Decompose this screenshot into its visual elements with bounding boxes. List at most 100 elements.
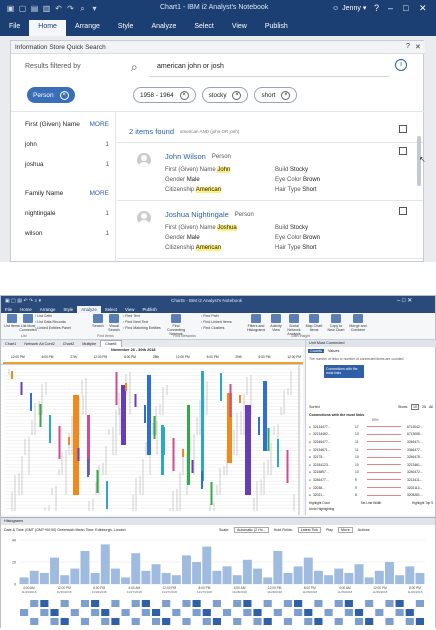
menu-item-file[interactable]: File	[1, 306, 16, 313]
result-card[interactable]: Joshua Nightingale Person First (Given) Na…	[117, 201, 423, 259]
connection-row[interactable]: ● 3215897... 10 3246472...	[309, 469, 433, 477]
close-icon[interactable]: ✕	[419, 3, 427, 14]
search-chip[interactable]: short ×	[254, 87, 298, 103]
result-checkbox[interactable]	[399, 147, 407, 155]
connections-button[interactable]: Connections with the most links	[324, 365, 364, 378]
chart-tab[interactable]: Network Ati Cont2	[20, 341, 58, 347]
dropdown-icon[interactable]: ▾	[90, 4, 99, 13]
result-checkbox[interactable]	[399, 207, 407, 215]
connection-row[interactable]: ● 32175... 10 3246478...	[309, 453, 433, 461]
ribbon-button[interactable]: Merge and Combine	[349, 314, 367, 332]
play-button[interactable]: Play	[326, 528, 333, 532]
ribbon-button[interactable]: Filters and Histograms	[247, 314, 265, 332]
search-icon[interactable]: ⌕	[78, 4, 87, 13]
timeline-chart[interactable]	[1, 365, 303, 515]
footer-action[interactable]: Highlight Color	[309, 501, 330, 505]
undo-icon[interactable]: ↶	[54, 4, 63, 13]
maximize-icon[interactable]: □	[403, 3, 408, 13]
ribbon-button[interactable]: Activity View	[267, 314, 285, 332]
connection-row[interactable]: ● 3246477... 9 3213411...	[309, 476, 433, 484]
result-name[interactable]: Joshua Nightingale	[165, 210, 229, 219]
remove-chip-icon[interactable]: ×	[232, 90, 242, 100]
menu-item-select[interactable]: Select	[101, 306, 121, 313]
connection-row[interactable]: ● 32134671... 11 3346477...	[309, 446, 433, 454]
chart-tab[interactable]: Chart1	[1, 341, 20, 347]
connection-row[interactable]: ● 32184123... 10 3213461...	[309, 461, 433, 469]
filter-chip-person[interactable]: Person ×	[27, 87, 75, 103]
help-icon[interactable]: ?	[374, 3, 379, 13]
facet-item[interactable]: joshua 1	[25, 161, 109, 168]
menu-item-analyze[interactable]: Analyze	[142, 20, 185, 36]
connection-row[interactable]: ● 32134462... 13 6713068...	[309, 431, 433, 439]
histogram-chart[interactable]: 402004:00 AM11/26/201812:00 PM11/26/2018…	[1, 534, 435, 630]
hold-select[interactable]: Latest Tick	[297, 527, 321, 533]
ribbon-button[interactable]: ▪ Find Text	[123, 314, 167, 318]
redo-icon[interactable]: ↷	[66, 4, 75, 13]
facet-more-link[interactable]: MORE	[90, 121, 110, 128]
facet-item[interactable]: wilson 1	[25, 230, 109, 237]
connection-row[interactable]: ● 32346477... 11 3246471...	[309, 438, 433, 446]
ribbon-button[interactable]: ▪ Find Path	[201, 314, 245, 318]
ribbon-button[interactable]: ▪ Find Clusters	[201, 326, 245, 330]
undo-highlighting[interactable]: Undo Highlighting	[309, 507, 334, 511]
ribbon-button[interactable]: Map Chart Items	[305, 314, 323, 332]
menu-item-home[interactable]: Home	[16, 306, 36, 313]
open-icon[interactable]: ▤	[30, 4, 39, 13]
connection-row[interactable]: ● 32134477... 17 6713042...	[309, 423, 433, 431]
menu-item-file[interactable]: File	[0, 20, 29, 36]
ribbon-button[interactable]: ▪ Find Next Text	[123, 320, 167, 324]
chart-tab[interactable]: Multiplie	[78, 341, 100, 347]
ribbon-button[interactable]: ▪ Find Matching Entities	[123, 326, 167, 330]
menu-item-style[interactable]: Style	[109, 20, 143, 36]
info-icon[interactable]: i	[395, 59, 407, 71]
remove-chip-icon[interactable]: ×	[179, 90, 189, 100]
scale-select[interactable]: Automatic (2 Ho...	[234, 527, 269, 533]
ribbon-button[interactable]: ▪ List Cells	[35, 314, 79, 318]
menu-item-view[interactable]: View	[121, 306, 138, 313]
ribbon-button[interactable]: ▪ Find Linked Items	[201, 320, 245, 324]
ribbon-button[interactable]: Find Connecting Network	[167, 314, 185, 336]
chart-tab[interactable]: Chart2	[59, 341, 78, 347]
show-option[interactable]: 10	[411, 404, 419, 410]
menu-item-select[interactable]: Select	[185, 20, 222, 36]
remove-chip-icon[interactable]: ×	[281, 90, 291, 100]
facet-more-link[interactable]: MORE	[90, 190, 110, 197]
select-all-checkbox[interactable]	[399, 125, 407, 133]
result-card[interactable]: John Wilson Person First (Given) Name John…	[117, 143, 423, 201]
remove-filter-icon[interactable]: ×	[59, 90, 69, 100]
ribbon-button[interactable]: Copy to New Chart	[327, 314, 345, 332]
show-option[interactable]: 25	[422, 405, 426, 409]
ribbon-button[interactable]: Social Network Analysis	[285, 314, 303, 336]
facet-item[interactable]: john 1	[25, 141, 109, 148]
menu-item-view[interactable]: View	[223, 20, 256, 36]
menu-item-publish[interactable]: Publish	[138, 306, 160, 313]
menu-item-analyze[interactable]: Analyze	[77, 306, 101, 313]
sort-label[interactable]: Sorted	[309, 405, 320, 409]
result-name[interactable]: John Wilson	[165, 152, 206, 161]
search-chip[interactable]: 1958 - 1964 ×	[133, 87, 196, 103]
search-input[interactable]: american john or josh	[157, 63, 224, 70]
save-icon[interactable]: ▥	[42, 4, 51, 13]
footer-action[interactable]: Set Line Width	[361, 501, 382, 505]
show-option[interactable]: All	[429, 405, 433, 409]
menu-item-publish[interactable]: Publish	[256, 20, 297, 36]
window-controls[interactable]: – □ ✕	[397, 297, 412, 304]
minimize-icon[interactable]: –	[388, 3, 393, 13]
pane-tab[interactable]: Values	[328, 349, 339, 353]
play-select[interactable]: Move	[337, 527, 353, 533]
connection-row[interactable]: ● 32038... 9 3202113...	[309, 484, 433, 492]
ribbon-button[interactable]: ▪ Linked Entities Panel	[35, 326, 79, 330]
pane-tab[interactable]: Counts	[308, 349, 325, 353]
new-icon[interactable]: ▢	[18, 4, 27, 13]
menu-item-arrange[interactable]: Arrange	[36, 306, 60, 313]
connection-row[interactable]: ● 32021... 8 3205281...	[309, 491, 433, 499]
footer-action[interactable]: Highlight Top 5	[412, 501, 433, 505]
menu-item-arrange[interactable]: Arrange	[66, 20, 109, 36]
menu-item-home[interactable]: Home	[29, 20, 66, 36]
search-chip[interactable]: stocky ×	[201, 87, 249, 103]
help-icon[interactable]: ?	[406, 43, 410, 50]
ribbon-button[interactable]: Visual Search	[105, 314, 123, 332]
facet-item[interactable]: nightingale 1	[25, 210, 109, 217]
user-menu[interactable]: ☺ Jenny ▾	[332, 4, 366, 13]
close-icon[interactable]: ✕	[415, 43, 421, 51]
